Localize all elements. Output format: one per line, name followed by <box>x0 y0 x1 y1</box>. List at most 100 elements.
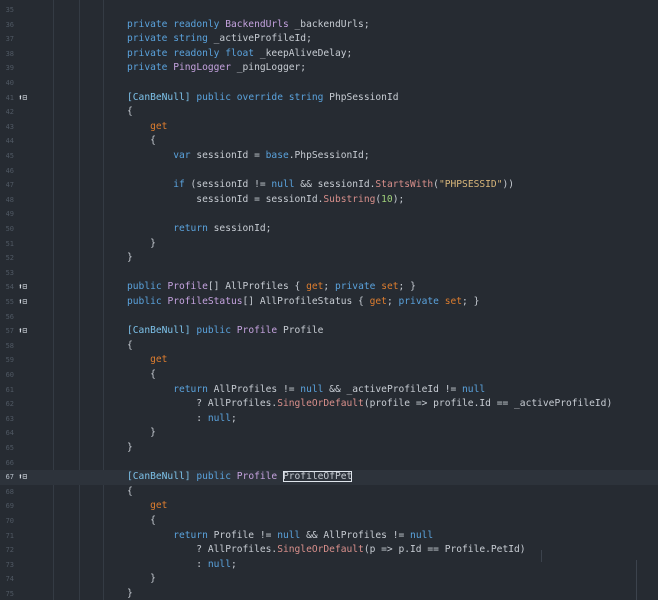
code-text[interactable]: [CanBeNull] public override string PhpSe… <box>127 91 399 106</box>
code-line[interactable]: 55 ⬆⊟ public ProfileStatus[] AllProfileSta… <box>0 295 658 310</box>
code-line[interactable]: 39 private PingLogger _pingLogger; <box>0 61 658 76</box>
code-line[interactable]: 41 ⬆⊟ [CanBeNull] public override string P… <box>0 91 658 106</box>
code-line[interactable]: 75} <box>0 587 658 600</box>
code-token: private <box>127 47 174 59</box>
code-line[interactable]: 63 : null; <box>0 412 658 427</box>
code-token: Profile <box>277 325 324 337</box>
code-line[interactable]: 57 ⬆⊟ [CanBeNull] public Profile Profile <box>0 324 658 339</box>
code-text[interactable]: } <box>127 251 133 266</box>
override-marker-icon[interactable]: ⬆⊟ <box>18 91 36 106</box>
code-text[interactable]: ? AllProfiles.SingleOrDefault(p => p.Id … <box>127 543 525 558</box>
code-text[interactable]: } <box>127 587 133 600</box>
code-token: && AllProfiles != <box>300 529 411 541</box>
code-text[interactable]: } <box>127 426 156 441</box>
code-text[interactable]: return Profile != null && AllProfiles !=… <box>127 529 433 544</box>
code-text[interactable]: public ProfileStatus[] AllProfileStatus … <box>127 295 479 310</box>
code-token: if <box>173 179 185 191</box>
code-text[interactable]: return sessionId; <box>127 222 271 237</box>
code-line[interactable]: 42 { <box>0 105 658 120</box>
code-line[interactable]: 50 return sessionId; <box>0 222 658 237</box>
line-number: 70 <box>5 517 14 525</box>
code-text[interactable]: { <box>127 134 156 149</box>
code-text[interactable]: } <box>127 237 156 252</box>
code-text[interactable]: { <box>127 105 133 120</box>
code-token: base <box>265 150 289 161</box>
code-line[interactable]: 61 return AllProfiles != null && _active… <box>0 383 658 398</box>
code-line[interactable]: 56 <box>0 310 658 325</box>
code-editor[interactable]: 35 36 private readonly BackendUrls _backen… <box>0 0 658 600</box>
code-line[interactable]: 35 <box>0 3 658 18</box>
code-line[interactable]: 49 <box>0 207 658 222</box>
code-token: PhpSessionId <box>323 91 399 103</box>
code-text[interactable]: var sessionId = base.PhpSessionId; <box>127 149 369 164</box>
code-line[interactable]: 62 ? AllProfiles.SingleOrDefault(profile… <box>0 397 658 412</box>
code-token: [] AllProfileStatus { <box>242 296 370 307</box>
code-line[interactable]: 73 : null; <box>0 558 658 573</box>
vertical-scrollbar[interactable] <box>636 560 637 600</box>
code-text[interactable]: public Profile[] AllProfiles { get; priv… <box>127 280 416 295</box>
code-text[interactable]: { <box>127 514 156 529</box>
code-text[interactable]: ? AllProfiles.SingleOrDefault(profile =>… <box>127 397 612 412</box>
code-line[interactable]: 38 private readonly float _keepAliveDelay… <box>0 47 658 62</box>
line-number: 56 <box>5 312 14 321</box>
code-text[interactable]: private string _activeProfileId; <box>127 32 312 47</box>
override-marker-icon[interactable]: ⬆⊟ <box>18 470 36 485</box>
code-text[interactable]: get <box>127 499 167 514</box>
line-number: 62 <box>5 400 14 409</box>
code-line[interactable]: 53 <box>0 266 658 281</box>
code-text[interactable]: [CanBeNull] public Profile ProfileOfPet <box>127 470 352 485</box>
code-line[interactable]: 69 get <box>0 499 658 514</box>
code-line[interactable]: 37 private string _activeProfileId; <box>0 32 658 47</box>
code-line[interactable]: 72 ? AllProfiles.SingleOrDefault(p => p.… <box>0 543 658 558</box>
code-line[interactable]: 65} <box>0 441 658 456</box>
code-token: { <box>127 369 156 380</box>
code-text[interactable]: get <box>127 120 167 135</box>
code-text[interactable]: { <box>127 368 156 383</box>
code-text[interactable]: : null; <box>127 412 236 427</box>
code-line[interactable]: 47 if (sessionId != null && sessionId.St… <box>0 178 658 193</box>
code-line[interactable]: 36 private readonly BackendUrls _backendU… <box>0 18 658 33</box>
code-text[interactable]: { <box>127 485 133 500</box>
code-token: } <box>127 237 156 249</box>
line-number: 66 <box>5 458 14 467</box>
code-text[interactable]: [CanBeNull] public Profile Profile <box>127 324 323 339</box>
code-line[interactable]: 45 var sessionId = base.PhpSessionId; <box>0 149 658 164</box>
code-text[interactable]: private readonly BackendUrls _backendUrl… <box>127 18 370 33</box>
code-line[interactable]: 58 { <box>0 339 658 354</box>
code-line[interactable]: 43 get <box>0 120 658 135</box>
code-line[interactable]: 51 } <box>0 237 658 252</box>
code-token: set <box>381 281 399 293</box>
code-text[interactable]: private PingLogger _pingLogger; <box>127 61 306 76</box>
code-token: public <box>127 281 168 293</box>
code-line[interactable]: 44 { <box>0 134 658 149</box>
code-text[interactable]: get <box>127 353 167 368</box>
line-number: 53 <box>5 268 14 277</box>
code-text[interactable]: : null; <box>127 558 236 573</box>
code-text[interactable]: return AllProfiles != null && _activePro… <box>127 383 485 398</box>
code-line[interactable]: 48 sessionId = sessionId.Substring(10); <box>0 193 658 208</box>
code-text[interactable]: { <box>127 339 133 354</box>
override-marker-icon[interactable]: ⬆⊟ <box>18 324 36 339</box>
code-line[interactable]: 66 <box>0 456 658 471</box>
code-line[interactable]: 59 get <box>0 353 658 368</box>
code-text[interactable]: sessionId = sessionId.Substring(10); <box>127 193 404 208</box>
code-line[interactable]: 71 return Profile != null && AllProfiles… <box>0 529 658 544</box>
code-line[interactable]: 60 { <box>0 368 658 383</box>
code-line[interactable]: 52} <box>0 251 658 266</box>
code-line[interactable]: 67 ⬆⊟ [CanBeNull] public Profile ProfileOf… <box>0 470 658 485</box>
code-text[interactable]: if (sessionId != null && sessionId.Start… <box>127 178 514 193</box>
override-marker-icon[interactable]: ⬆⊟ <box>18 280 36 295</box>
override-marker-icon[interactable]: ⬆⊟ <box>18 295 36 310</box>
code-line[interactable]: 70 { <box>0 514 658 529</box>
code-line[interactable]: 46 <box>0 164 658 179</box>
code-text[interactable]: } <box>127 441 133 456</box>
code-line[interactable]: 68 { <box>0 485 658 500</box>
code-line[interactable]: 74 } <box>0 572 658 587</box>
code-line[interactable]: 40 <box>0 76 658 91</box>
code-text[interactable]: } <box>127 572 156 587</box>
code-line[interactable]: 64 } <box>0 426 658 441</box>
code-line[interactable]: 54 ⬆⊟ public Profile[] AllProfiles { get; … <box>0 280 658 295</box>
code-text[interactable]: private readonly float _keepAliveDelay; <box>127 47 352 62</box>
code-token: profile <box>433 398 474 410</box>
